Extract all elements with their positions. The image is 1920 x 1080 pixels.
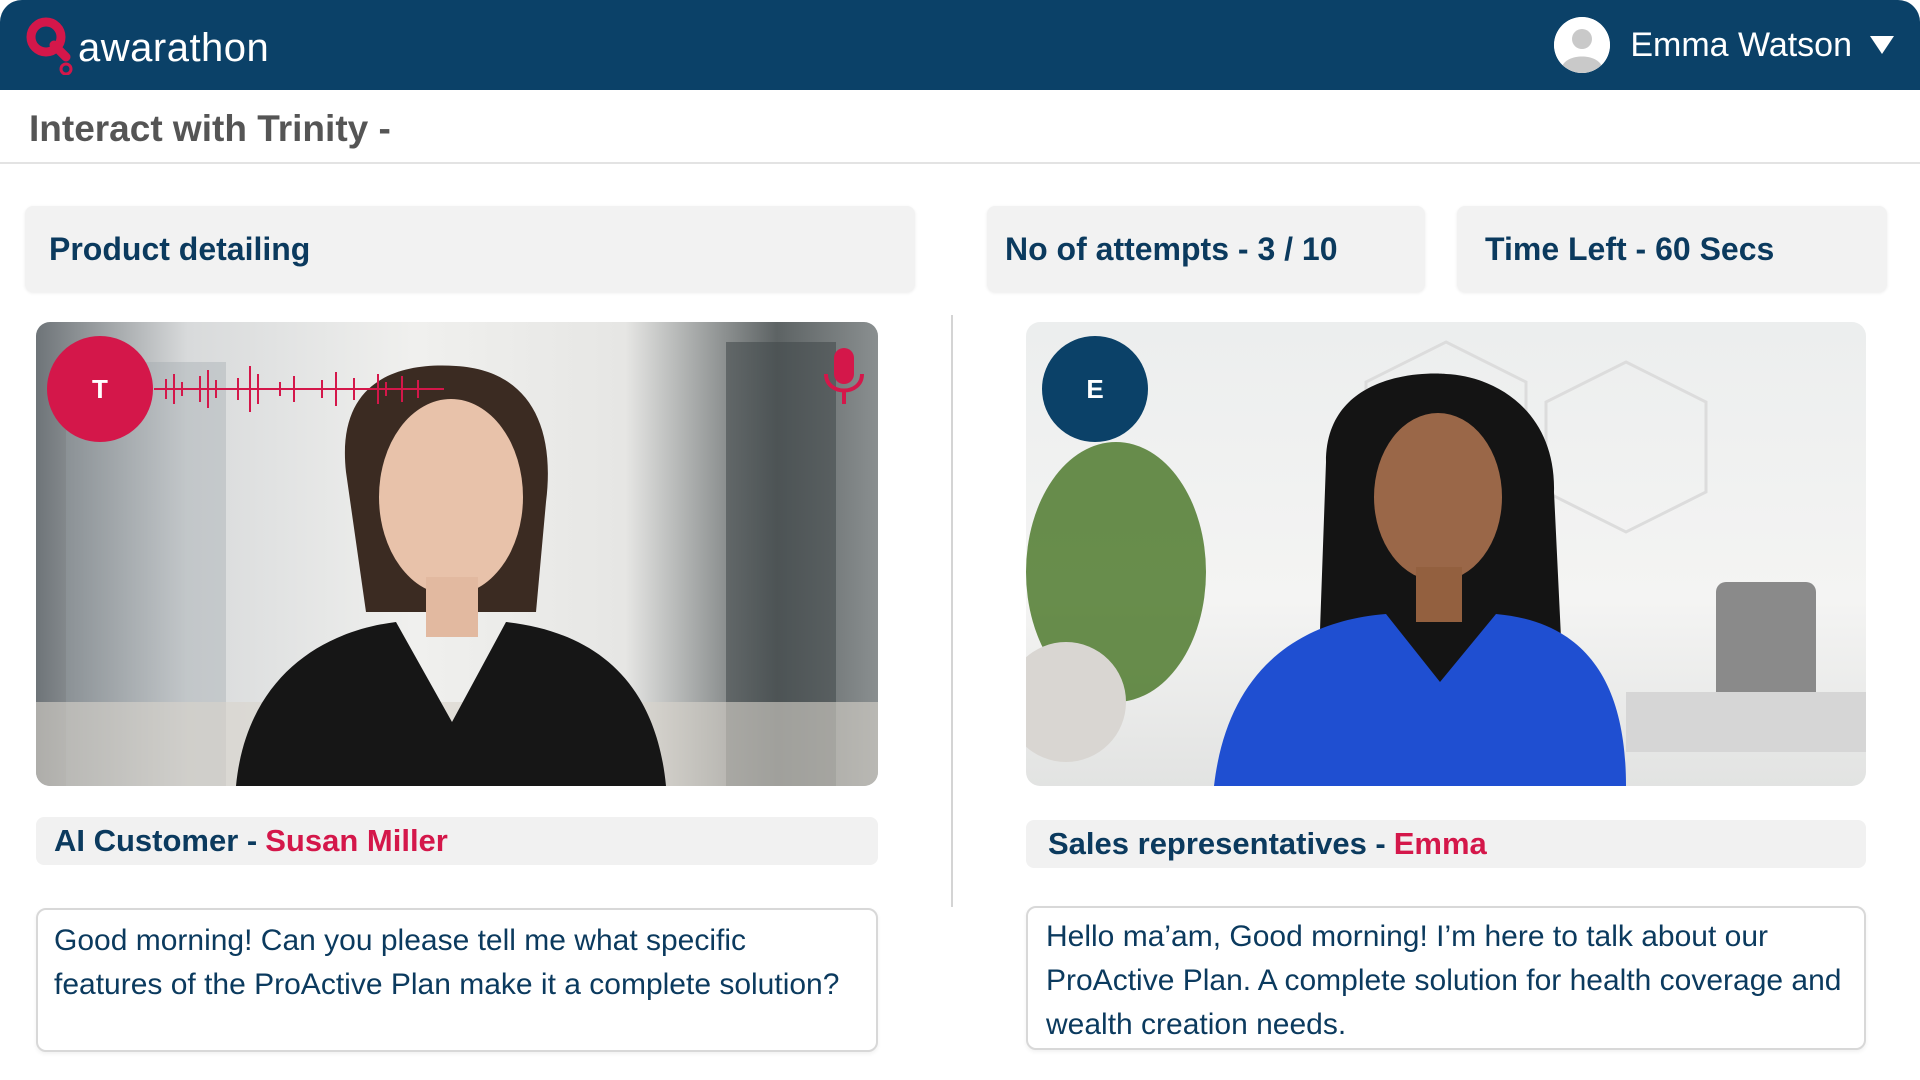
sales-rep-message: Hello ma’am, Good morning! I’m here to t…	[1026, 906, 1866, 1050]
ai-customer-name-bar: AI Customer - Susan Miller	[36, 817, 878, 865]
time-left-counter: Time Left - 60 Secs	[1457, 206, 1887, 292]
page-title: Interact with Trinity -	[29, 108, 391, 149]
dropdown-caret-icon[interactable]	[1870, 36, 1894, 54]
sales-rep-initial-badge: E	[1042, 336, 1148, 442]
panel-divider	[951, 315, 953, 907]
topic-card: Product detailing	[25, 206, 915, 292]
ai-customer-initial-badge: T	[47, 336, 153, 442]
sales-rep-name-bar: Sales representatives - Emma	[1026, 820, 1866, 868]
ai-customer-name: Susan Miller	[265, 823, 448, 858]
sales-rep-role-label: Sales representatives -	[1048, 826, 1386, 861]
attempts-counter: No of attempts - 3 / 10	[987, 206, 1425, 292]
microphone-icon[interactable]	[820, 346, 868, 408]
logo-icon	[26, 17, 74, 76]
audio-wave-icon	[154, 366, 444, 412]
sales-rep-name: Emma	[1393, 826, 1487, 861]
user-menu[interactable]: Emma Watson	[1554, 14, 1894, 76]
brand-name: awarathon	[78, 25, 270, 70]
brand-logo[interactable]: awarathon	[26, 16, 269, 76]
page-title-bar: Interact with Trinity -	[0, 90, 1920, 164]
user-name: Emma Watson	[1630, 25, 1852, 64]
sales-rep-video: E	[1026, 322, 1866, 786]
sales-rep-portrait	[1026, 340, 1866, 786]
ai-customer-message: Good morning! Can you please tell me wha…	[36, 908, 878, 1052]
top-navigation-bar: awarathon Emma Watson	[0, 0, 1920, 90]
ai-customer-video: T	[36, 322, 878, 786]
ai-customer-role-label: AI Customer -	[54, 823, 258, 858]
user-avatar-icon	[1554, 17, 1611, 73]
